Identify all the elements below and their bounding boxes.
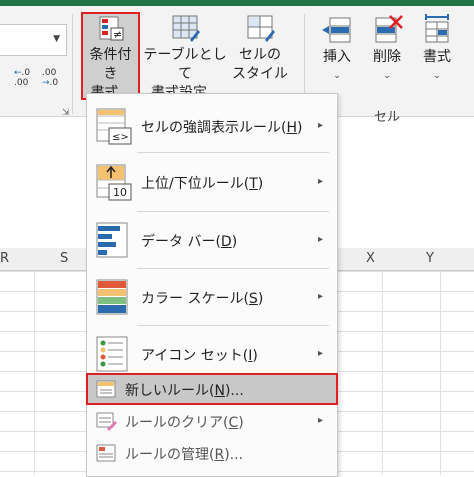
menu-item-label: データ バー(D) [141,234,238,250]
menu-item-label: ルールのクリア(C) [125,415,244,431]
submenu-arrow-icon: ▸ [317,234,323,245]
cell-styles-label-1: セルの [239,47,281,63]
menu-separator [137,211,329,212]
submenu-arrow-icon: ▸ [317,415,323,426]
cells-group-label: セル [374,110,401,125]
svg-text:≤>: ≤> [112,132,129,143]
format-label: 書式 [423,49,451,65]
menu-item-clear-rules[interactable]: ルールのクリア(C) ▸ [87,406,337,436]
insert-cells-icon [322,17,351,43]
menu-item-top-bottom-rules[interactable]: 10 上位/下位ルール(T) ▸ [87,156,337,208]
delete-label: 削除 [373,49,401,65]
menu-item-label: アイコン セット(I) [141,348,258,364]
column-header-r[interactable]: R [0,251,9,266]
chevron-down-icon: ▼ [53,34,60,44]
conditional-formatting-menu: ≤> セルの強調表示ルール(H) ▸ 10 上位/下位ルール(T) ▸ データ … [86,93,338,477]
menu-item-highlight-cell-rules[interactable]: ≤> セルの強調表示ルール(H) ▸ [87,100,337,152]
column-header-x[interactable]: X [366,251,375,266]
format-cells-button[interactable]: 書式 ⌄ [414,12,460,86]
decrease-decimal-button[interactable]: .00 →.0 [42,68,58,88]
conditional-formatting-button[interactable]: ≠ 条件付き 書式 ⌄ [81,12,140,101]
menu-item-icon-sets[interactable]: アイコン セット(I) ▸ [87,328,337,380]
format-as-table-button[interactable]: テーブルとして 書式設定 ⌄ [143,12,227,105]
column-header-s[interactable]: S [60,251,68,266]
menu-item-new-rule[interactable]: 新しいルール(N)... [86,373,338,405]
menu-item-label: ルールの管理(R)... [125,447,244,463]
increase-decimal-button[interactable]: ←.0 .00 [14,68,30,88]
table-style-icon [172,15,200,42]
menu-item-manage-rules[interactable]: ルールの管理(R)... [87,438,337,468]
number-format-dropdown[interactable]: ▼ [0,24,67,56]
submenu-arrow-icon: ▸ [317,348,323,359]
menu-item-label: 上位/下位ルール(T) [141,176,264,192]
format-as-table-label-1: テーブルとして [143,47,227,82]
menu-separator [137,268,329,269]
conditional-formatting-label-1: 条件付き [89,47,132,82]
submenu-arrow-icon: ▸ [317,291,323,302]
color-scales-icon [96,279,128,315]
cell-styles-icon [247,15,275,42]
menu-item-label: セルの強調表示ルール(H) [141,120,303,136]
insert-cells-button[interactable]: 挿入 ⌄ [314,12,360,86]
clear-rules-icon [96,412,117,431]
menu-item-data-bars[interactable]: データ バー(D) ▸ [87,214,337,266]
icon-sets-icon [96,336,128,372]
submenu-arrow-icon: ▸ [317,176,323,187]
insert-label: 挿入 [323,49,351,65]
ribbon-separator [72,14,73,114]
top-bottom-rules-icon: 10 [96,164,132,201]
new-rule-icon [96,380,116,398]
submenu-arrow-icon: ▸ [317,120,323,131]
chevron-down-icon: ⌄ [333,71,341,81]
menu-item-label: カラー スケール(S) [141,291,264,307]
svg-text:10: 10 [113,186,127,199]
chevron-down-icon: ⌄ [433,71,441,81]
column-header-y[interactable]: Y [426,251,434,266]
menu-separator [137,325,329,326]
number-group-launcher-icon[interactable]: ⇲ [62,108,70,118]
delete-cells-button[interactable]: 削除 ⌄ [364,12,410,86]
menu-item-color-scales[interactable]: カラー スケール(S) ▸ [87,271,337,323]
svg-text:≠: ≠ [113,28,122,41]
manage-rules-icon [96,444,116,462]
chevron-down-icon: ⌄ [383,71,391,81]
menu-item-label: 新しいルール(N)... [125,383,244,399]
data-bars-icon [96,222,128,258]
cell-styles-button[interactable]: セルの スタイル ⌄ [228,12,292,105]
delete-cells-icon [375,15,403,43]
highlight-cells-icon: ≤> [96,108,132,145]
format-cells-icon [425,14,449,43]
conditional-formatting-icon: ≠ [99,16,123,41]
menu-separator [137,152,329,153]
